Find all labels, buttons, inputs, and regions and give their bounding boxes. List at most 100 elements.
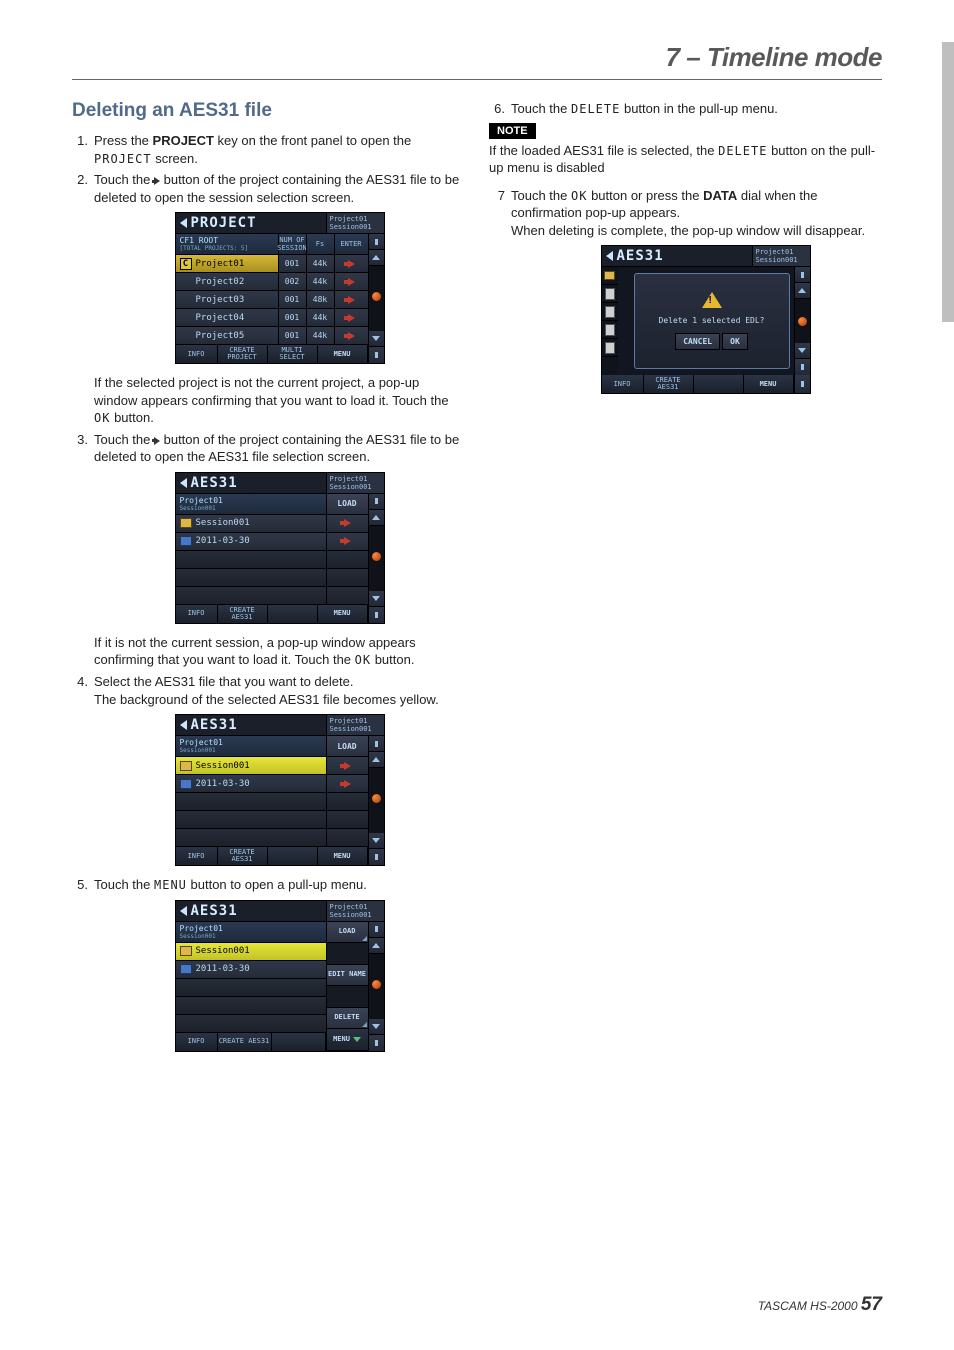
project-row[interactable]: Project05 001 44k	[176, 327, 368, 345]
folder-icon	[180, 518, 192, 528]
enter-button[interactable]	[334, 273, 368, 290]
scrollbar[interactable]	[794, 267, 810, 375]
col-header: NUM OF SESSION	[278, 234, 306, 254]
step-num: 4.	[72, 673, 88, 708]
aes31-row[interactable]: Session001	[176, 757, 368, 775]
scrollbar[interactable]	[368, 494, 384, 623]
chapter-title: 7 – Timeline mode	[666, 42, 882, 72]
aes31-row[interactable]: Session001	[176, 515, 368, 533]
pullup-delete-button[interactable]: DELETE	[327, 1008, 368, 1030]
folder-icon	[180, 779, 192, 789]
chapter-header: 7 – Timeline mode	[72, 42, 882, 80]
scrollbar[interactable]	[368, 736, 384, 865]
back-icon[interactable]	[180, 478, 187, 488]
create-aes31-button[interactable]: CREATE AES31	[218, 847, 268, 865]
step-num: 2.	[72, 171, 88, 206]
step-followup: If it is not the current session, a pop-…	[94, 634, 465, 669]
side-icon-column	[602, 267, 618, 375]
page-number: 57	[861, 1294, 882, 1315]
lcd-path: Project01Session001	[176, 736, 326, 756]
arrow-right-icon	[348, 260, 355, 268]
project-row[interactable]: Project04 001 44k	[176, 309, 368, 327]
step-body: Touch the OK button or press the DATA di…	[511, 187, 882, 240]
enter-button[interactable]	[326, 533, 368, 550]
scroll-top-icon[interactable]	[369, 234, 384, 250]
enter-button[interactable]	[334, 309, 368, 326]
step-body: Press the PROJECT key on the front panel…	[94, 132, 465, 167]
step-body: Select the AES31 file that you want to d…	[94, 673, 465, 708]
aes31-row[interactable]: 2011-03-30	[176, 533, 368, 551]
aes31-row[interactable]: Session001	[176, 943, 326, 961]
scroll-up-icon[interactable]	[369, 250, 384, 266]
cancel-button[interactable]: CANCEL	[675, 333, 720, 350]
arrow-right-icon	[154, 437, 160, 445]
ok-button[interactable]: OK	[722, 333, 748, 350]
current-marker-icon: C	[180, 258, 192, 270]
create-aes31-button[interactable]: CREATE AES31	[218, 1033, 272, 1051]
load-button[interactable]: LOAD	[326, 494, 368, 514]
info-button[interactable]: INFO	[176, 345, 218, 363]
step-num: 3.	[72, 431, 88, 466]
load-button[interactable]: LOAD	[326, 736, 368, 756]
scroll-thumb-icon[interactable]	[372, 292, 381, 301]
document-icon	[605, 342, 615, 354]
scroll-bottom-icon[interactable]	[369, 347, 384, 363]
lcd-title: AES31	[191, 475, 238, 491]
create-aes31-button[interactable]: CREATE AES31	[218, 605, 268, 623]
info-button[interactable]: INFO	[176, 605, 218, 623]
scrollbar[interactable]	[368, 234, 384, 363]
enter-button[interactable]	[334, 255, 368, 272]
info-button[interactable]: INFO	[176, 1033, 218, 1051]
project-row[interactable]: Project02 002 44k	[176, 273, 368, 291]
note-badge: NOTE	[489, 123, 536, 139]
enter-button[interactable]	[334, 327, 368, 344]
step-body: Touch the DELETE button in the pull-up m…	[511, 100, 882, 118]
lcd-project-screen: PROJECT Project01 Session001 CF1 ROOT	[175, 212, 385, 364]
back-icon[interactable]	[606, 251, 613, 261]
aes31-row[interactable]: 2011-03-30	[176, 775, 368, 793]
enter-button[interactable]	[326, 775, 368, 792]
pullup-edit-name-button[interactable]: EDIT NAME	[327, 965, 368, 987]
back-icon[interactable]	[180, 218, 187, 228]
step-body: Touch the MENU button to open a pull-up …	[94, 876, 465, 894]
menu-button[interactable]: MENU	[318, 605, 368, 623]
side-tab	[942, 42, 954, 322]
document-icon	[605, 288, 615, 300]
info-button[interactable]: INFO	[176, 847, 218, 865]
enter-button[interactable]	[326, 757, 368, 774]
menu-button[interactable]: MENU	[744, 375, 794, 393]
col-header: ENTER	[334, 234, 368, 254]
create-aes31-button[interactable]: CREATE AES31	[644, 375, 694, 393]
step-body: Touch the button of the project containi…	[94, 431, 465, 466]
document-icon	[605, 324, 615, 336]
chevron-down-icon	[353, 1037, 361, 1042]
menu-button[interactable]: MENU	[318, 345, 368, 363]
note-text: If the loaded AES31 file is selected, th…	[489, 142, 882, 177]
create-project-button[interactable]: CREATE PROJECT	[218, 345, 268, 363]
step-num: 5.	[72, 876, 88, 894]
aes31-row[interactable]: 2011-03-30	[176, 961, 326, 979]
folder-icon	[180, 964, 192, 974]
menu-button[interactable]: MENU	[318, 847, 368, 865]
lcd-title: PROJECT	[191, 215, 257, 231]
footer-brand: TASCAM HS-2000	[758, 1299, 858, 1313]
step-num: 1.	[72, 132, 88, 167]
info-button[interactable]: INFO	[602, 375, 644, 393]
enter-button[interactable]	[334, 291, 368, 308]
folder-icon	[180, 536, 192, 546]
pullup-load-button[interactable]: LOAD	[327, 922, 368, 944]
multi-select-button[interactable]: MULTI SELECT	[268, 345, 318, 363]
page-footer: TASCAM HS-2000 57	[758, 1294, 882, 1316]
folder-icon	[604, 271, 615, 280]
folder-icon	[180, 761, 192, 771]
scroll-down-icon[interactable]	[369, 331, 384, 347]
lcd-aes31-screen: AES31 Project01Session001 Project01Sessi…	[175, 472, 385, 624]
back-icon[interactable]	[180, 906, 187, 916]
enter-button[interactable]	[326, 515, 368, 532]
back-icon[interactable]	[180, 720, 187, 730]
project-row[interactable]: Project03 001 48k	[176, 291, 368, 309]
step-followup: If the selected project is not the curre…	[94, 374, 465, 427]
menu-button[interactable]: MENU	[327, 1029, 368, 1051]
project-row[interactable]: CProject01 001 44k	[176, 255, 368, 273]
scrollbar[interactable]	[368, 922, 384, 1051]
